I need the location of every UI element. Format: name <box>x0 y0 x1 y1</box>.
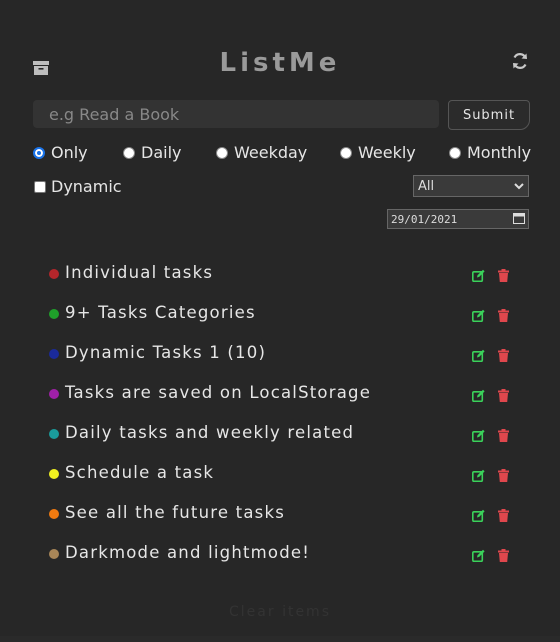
edit-icon[interactable] <box>472 467 485 483</box>
task-category-dot <box>49 269 59 279</box>
radio-only-indicator[interactable] <box>33 146 45 159</box>
radio-monthly-label: Monthly <box>467 143 532 162</box>
edit-icon[interactable] <box>472 427 485 443</box>
dynamic-checkbox-box[interactable] <box>34 180 46 193</box>
edit-icon[interactable] <box>472 307 485 323</box>
date-input[interactable]: 29/01/2021 <box>387 209 529 229</box>
task-category-dot <box>49 469 59 479</box>
trash-icon[interactable] <box>498 307 509 322</box>
task-input[interactable] <box>33 100 439 128</box>
submit-button[interactable]: Submit <box>448 100 530 130</box>
task-row[interactable]: Dynamic Tasks 1 (10) <box>0 342 560 366</box>
task-category-dot <box>49 509 59 519</box>
trash-icon[interactable] <box>498 467 509 482</box>
radio-monthly[interactable]: Monthly <box>449 143 531 162</box>
task-row[interactable]: Daily tasks and weekly related <box>0 422 560 446</box>
radio-only-label: Only <box>51 143 88 162</box>
task-text: Darkmode and lightmode! <box>65 543 311 562</box>
trash-icon[interactable] <box>498 267 509 282</box>
radio-weekly[interactable]: Weekly <box>340 143 416 162</box>
radio-weekday-label: Weekday <box>234 143 308 162</box>
edit-icon[interactable] <box>472 507 485 523</box>
category-select-value: All <box>418 178 435 194</box>
task-category-dot <box>49 389 59 399</box>
task-category-dot <box>49 349 59 359</box>
refresh-icon[interactable] <box>511 52 529 70</box>
task-text: Daily tasks and weekly related <box>65 423 355 442</box>
radio-weekday-indicator[interactable] <box>216 146 228 159</box>
radio-daily[interactable]: Daily <box>123 143 181 162</box>
app-title: ListMe <box>219 48 341 78</box>
task-row[interactable]: See all the future tasks <box>0 502 560 526</box>
app-container: ListMe Submit Only Daily Weekday Weekly <box>0 0 560 636</box>
task-row[interactable]: Schedule a task <box>0 462 560 486</box>
trash-icon[interactable] <box>498 387 509 402</box>
category-select[interactable]: All <box>413 175 529 197</box>
radio-monthly-indicator[interactable] <box>449 146 461 159</box>
task-category-dot <box>49 309 59 319</box>
task-category-dot <box>49 429 59 439</box>
task-row[interactable]: Darkmode and lightmode! <box>0 542 560 566</box>
date-input-value: 29/01/2021 <box>391 212 458 226</box>
frequency-radio-group: Only Daily Weekday Weekly Monthly <box>0 143 560 163</box>
edit-icon[interactable] <box>472 387 485 403</box>
calendar-icon[interactable] <box>513 212 525 227</box>
task-text: See all the future tasks <box>65 503 286 522</box>
trash-icon[interactable] <box>498 507 509 522</box>
task-text: Tasks are saved on LocalStorage <box>65 383 372 402</box>
edit-icon[interactable] <box>472 347 485 363</box>
task-text: Schedule a task <box>65 463 215 482</box>
radio-daily-label: Daily <box>141 143 182 162</box>
clear-items-link[interactable]: Clear items <box>0 604 560 620</box>
radio-weekday[interactable]: Weekday <box>216 143 307 162</box>
chevron-down-icon <box>514 179 524 194</box>
dynamic-checkbox-label: Dynamic <box>51 177 122 196</box>
task-text: Individual tasks <box>65 263 214 282</box>
radio-weekly-indicator[interactable] <box>340 146 352 159</box>
task-text: Dynamic Tasks 1 (10) <box>65 343 267 362</box>
radio-weekly-label: Weekly <box>358 143 416 162</box>
task-category-dot <box>49 549 59 559</box>
radio-daily-indicator[interactable] <box>123 146 135 159</box>
radio-only[interactable]: Only <box>33 143 88 162</box>
task-row[interactable]: Tasks are saved on LocalStorage <box>0 382 560 406</box>
trash-icon[interactable] <box>498 347 509 362</box>
task-row[interactable]: 9+ Tasks Categories <box>0 302 560 326</box>
task-text: 9+ Tasks Categories <box>65 303 256 322</box>
task-row[interactable]: Individual tasks <box>0 262 560 286</box>
edit-icon[interactable] <box>472 547 485 563</box>
dynamic-checkbox[interactable]: Dynamic <box>34 177 122 196</box>
edit-icon[interactable] <box>472 267 485 283</box>
trash-icon[interactable] <box>498 427 509 442</box>
trash-icon[interactable] <box>498 547 509 562</box>
